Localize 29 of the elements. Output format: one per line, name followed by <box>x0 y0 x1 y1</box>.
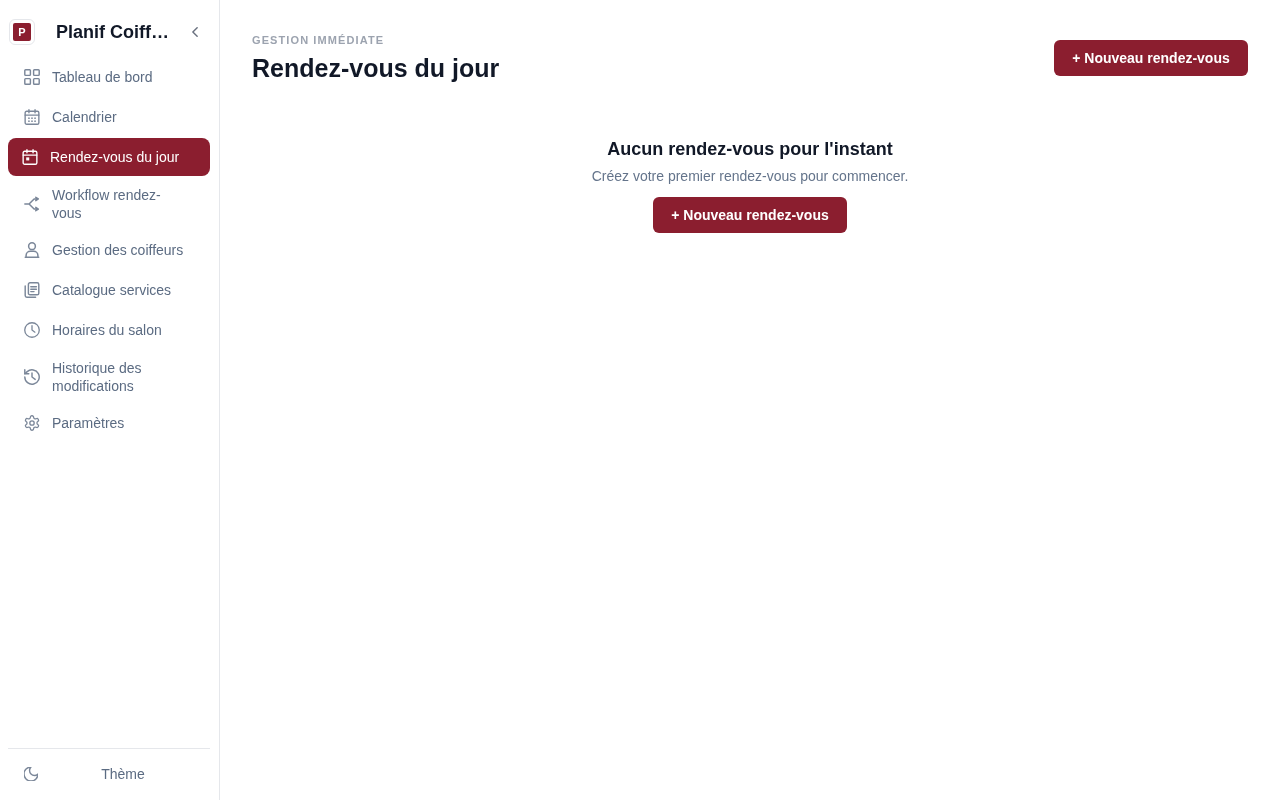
history-icon <box>24 368 40 385</box>
nav-item[interactable]: Historique des modifications <box>8 351 210 402</box>
nav-item[interactable]: Rendez-vous du jour <box>8 138 210 176</box>
nav-item[interactable]: Paramètres <box>8 404 210 442</box>
theme-button[interactable]: Thème <box>8 756 210 792</box>
section-label: GESTION IMMÉDIATE <box>252 33 386 47</box>
new-appointment-button[interactable]: + Nouveau rendez-vous <box>1054 40 1248 76</box>
clock-icon <box>24 322 40 338</box>
user-icon <box>24 242 40 258</box>
nav-item[interactable]: Workflow rendez-vous <box>8 178 210 229</box>
empty-state-title: Aucun rendez-vous pour l'instant <box>607 138 893 160</box>
calendar-icon <box>22 149 38 165</box>
app-logo: P <box>9 19 35 45</box>
new-appointment-button[interactable]: + Nouveau rendez-vous <box>653 197 847 233</box>
nav-item[interactable]: Gestion des coiffeurs <box>8 231 210 269</box>
page-title: Rendez-vous du jour <box>252 53 500 83</box>
settings-icon <box>24 415 40 431</box>
grid-icon <box>24 69 40 85</box>
split-arrow-icon <box>24 195 40 212</box>
nav-item[interactable]: Catalogue services <box>8 271 210 309</box>
nav-item[interactable]: Calendrier <box>8 98 210 136</box>
empty-state-message: Créez votre premier rendez-vous pour commencer. <box>591 167 909 185</box>
nav-item[interactable]: Tableau de bord <box>8 58 210 96</box>
nav-item[interactable]: Horaires du salon <box>8 311 210 349</box>
app-name: Planif Coiff… <box>56 21 170 43</box>
moon-icon <box>24 767 38 781</box>
calendar-icon <box>24 109 40 125</box>
documents-icon <box>24 282 40 298</box>
chevron-left-icon <box>192 27 198 37</box>
